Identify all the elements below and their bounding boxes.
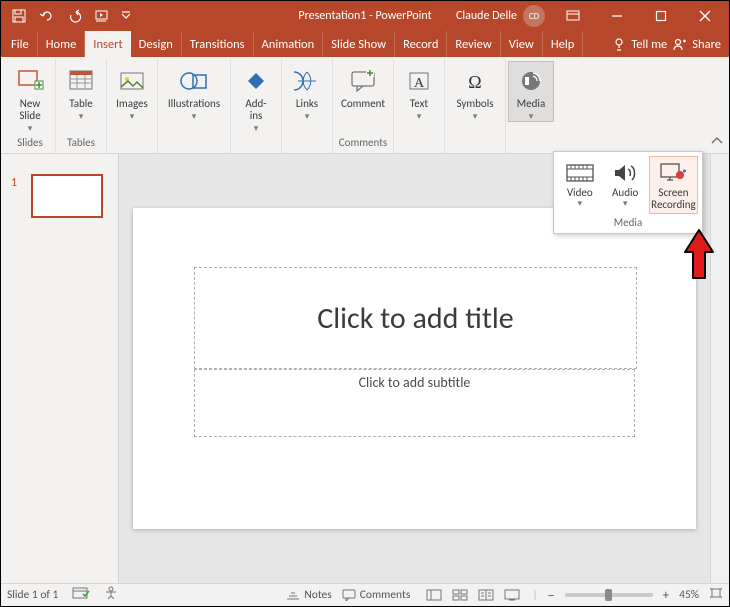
doc-name: Presentation1 — [298, 9, 366, 23]
user-name: Claude Delle — [456, 9, 517, 23]
addins-icon — [244, 64, 268, 98]
video-icon — [559, 159, 600, 187]
zoom-level[interactable]: 45% — [679, 588, 699, 602]
media-icon — [519, 64, 543, 98]
tab-home[interactable]: Home — [38, 31, 86, 57]
tab-record[interactable]: Record — [395, 31, 447, 57]
slide-number: 1 — [11, 176, 17, 190]
spellcheck-icon[interactable] — [72, 586, 90, 604]
tab-animations[interactable]: Animation — [254, 31, 324, 57]
new-slide-button[interactable]: New Slide ▾ — [7, 61, 53, 134]
tab-view[interactable]: View — [501, 31, 543, 57]
comment-icon — [349, 64, 377, 98]
text-icon: A — [407, 64, 431, 98]
comment-button[interactable]: Comment — [335, 61, 391, 111]
accessibility-icon[interactable] — [104, 586, 118, 604]
screen-recording-button[interactable]: Screen Recording — [649, 156, 698, 214]
media-dropdown: Video ▾ Audio ▾ Screen Recording Media — [553, 151, 703, 234]
screen-recording-icon — [650, 159, 697, 187]
account-button[interactable]: Claude Delle CD — [456, 5, 551, 27]
vertical-scrollbar[interactable] — [710, 154, 729, 583]
tab-help[interactable]: Help — [543, 31, 583, 57]
ribbon-tabs: File Home Insert Design Transitions Anim… — [1, 31, 729, 57]
tab-insert[interactable]: Insert — [85, 31, 130, 57]
thumbnail-pane[interactable]: 1 — [1, 154, 119, 583]
new-slide-icon — [16, 64, 44, 98]
links-icon — [294, 64, 320, 98]
zoom-slider[interactable] — [565, 593, 653, 597]
fit-to-window-icon[interactable] — [709, 587, 723, 603]
symbols-button[interactable]: Ω Symbols ▾ — [447, 61, 503, 122]
redo-icon[interactable] — [63, 4, 87, 28]
video-button[interactable]: Video ▾ — [558, 156, 601, 214]
slide-canvas[interactable]: Click to add title Click to add subtitle — [133, 208, 696, 529]
maximize-button[interactable] — [639, 1, 683, 31]
tell-me-label: Tell me — [631, 37, 667, 52]
ribbon-display-options-icon[interactable] — [551, 1, 595, 31]
share-button[interactable]: Share — [673, 37, 721, 52]
images-icon — [119, 64, 145, 98]
comments-button[interactable]: Comments — [342, 588, 411, 602]
minimize-button[interactable] — [595, 1, 639, 31]
share-label: Share — [692, 37, 721, 52]
tab-slideshow[interactable]: Slide Show — [323, 31, 395, 57]
reading-view-icon[interactable] — [476, 587, 496, 603]
media-button[interactable]: Media ▾ — [508, 61, 554, 122]
group-label-comments: Comments — [339, 136, 387, 151]
illustrations-button[interactable]: Illustrations ▾ — [160, 61, 228, 122]
tab-review[interactable]: Review — [447, 31, 500, 57]
tab-transitions[interactable]: Transitions — [182, 31, 254, 57]
save-icon[interactable] — [7, 4, 31, 28]
group-label-slides: Slides — [17, 136, 43, 151]
title-placeholder[interactable]: Click to add title — [194, 267, 637, 369]
svg-text:Ω: Ω — [468, 72, 481, 92]
ribbon: New Slide ▾ Slides Table ▾ Tables — [1, 57, 729, 154]
title-bar: Presentation1 - PowerPoint Claude Delle … — [1, 1, 729, 31]
zoom-in-button[interactable]: + — [663, 588, 669, 603]
zoom-out-button[interactable]: − — [548, 587, 555, 604]
normal-view-icon[interactable] — [424, 587, 444, 603]
app-name: PowerPoint — [375, 9, 431, 23]
symbols-icon: Ω — [462, 64, 488, 98]
slideshow-view-icon[interactable] — [502, 587, 522, 603]
group-label-tables: Tables — [67, 136, 95, 151]
media-category-label: Media — [554, 214, 702, 231]
text-button[interactable]: A Text ▾ — [396, 61, 442, 122]
tab-design[interactable]: Design — [131, 31, 182, 57]
audio-icon — [604, 159, 645, 187]
addins-button[interactable]: Add- ins ▾ — [233, 61, 279, 134]
start-from-beginning-icon[interactable] — [91, 4, 115, 28]
illustrations-icon — [179, 64, 209, 98]
notes-button[interactable]: Notes — [286, 588, 331, 602]
tell-me-button[interactable]: Tell me — [612, 37, 667, 52]
avatar: CD — [523, 5, 545, 27]
images-button[interactable]: Images ▾ — [109, 61, 155, 122]
svg-text:A: A — [414, 76, 425, 91]
subtitle-placeholder[interactable]: Click to add subtitle — [194, 369, 635, 437]
audio-button[interactable]: Audio ▾ — [603, 156, 646, 214]
status-bar: Slide 1 of 1 Notes Comments — [1, 583, 729, 606]
links-button[interactable]: Links ▾ — [284, 61, 330, 122]
table-icon — [68, 64, 94, 98]
qat-customize-icon[interactable] — [119, 4, 133, 28]
tab-file[interactable]: File — [1, 31, 38, 57]
slide-counter[interactable]: Slide 1 of 1 — [7, 588, 58, 602]
slide-thumbnail[interactable] — [31, 174, 103, 218]
slide-sorter-view-icon[interactable] — [450, 587, 470, 603]
close-button[interactable] — [683, 1, 727, 31]
collapse-ribbon-icon[interactable] — [711, 137, 723, 150]
undo-icon[interactable] — [35, 4, 59, 28]
table-button[interactable]: Table ▾ — [58, 61, 104, 122]
